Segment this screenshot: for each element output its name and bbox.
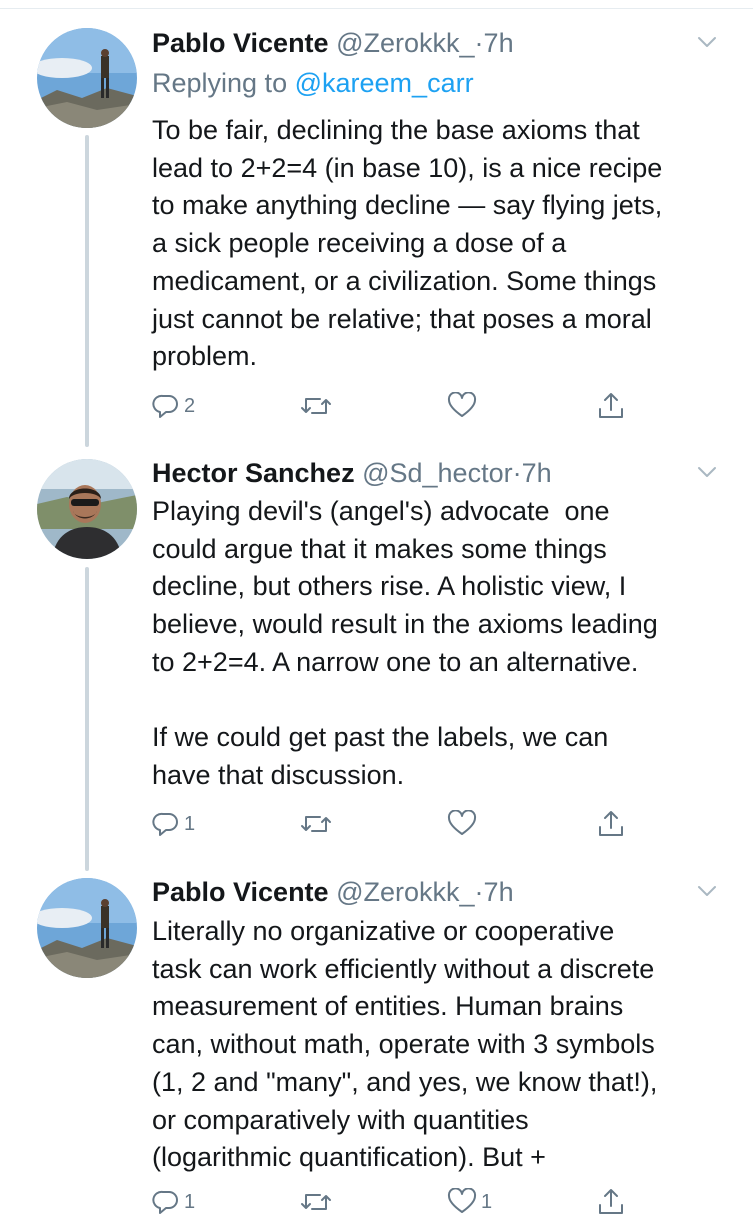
share-button[interactable] [596, 808, 626, 840]
chevron-down-icon[interactable] [696, 461, 718, 483]
reply-icon [152, 812, 178, 836]
reply-button[interactable]: 2 [152, 390, 195, 422]
reply-button[interactable]: 1 [152, 1186, 195, 1218]
tweet-2[interactable]: Hector Sanchez @Sd_hector·7h Playing dev… [0, 455, 753, 871]
tweet-text: Literally no organizative or cooperative… [152, 916, 658, 1173]
retweet-icon [301, 816, 331, 832]
reply-icon [152, 1190, 178, 1214]
separator-dot: · [474, 28, 484, 58]
replying-to: Replying to @kareem_carr [152, 65, 474, 101]
tweet-text: Playing devil's (angel's) advocate one c… [152, 496, 658, 790]
tweet-actions: 1 1 [152, 1186, 632, 1218]
avatar[interactable] [37, 459, 137, 559]
tweet-actions: 1 [152, 808, 632, 840]
retweet-icon [301, 398, 331, 414]
avatar[interactable] [37, 28, 137, 128]
share-button[interactable] [596, 1186, 626, 1218]
share-icon [599, 811, 623, 836]
avatar-photo-selfie [37, 459, 137, 559]
tweet-header: Pablo Vicente @Zerokkk_·7h [152, 874, 514, 910]
reply-mention-link[interactable]: @kareem_carr [295, 68, 474, 98]
reply-count: 1 [184, 1190, 196, 1213]
chevron-down-icon[interactable] [696, 31, 718, 53]
avatar-photo-landscape [37, 878, 137, 978]
author-name[interactable]: Hector Sanchez [152, 458, 355, 488]
author-handle[interactable]: @Sd_hector [362, 458, 513, 488]
thread-line [85, 567, 89, 871]
timestamp[interactable]: 7h [522, 458, 552, 488]
thread-line [85, 135, 89, 447]
replying-to-label: Replying to [152, 68, 288, 98]
reply-icon [152, 394, 178, 418]
author-name[interactable]: Pablo Vicente [152, 877, 329, 907]
tweet-actions: 2 [152, 390, 632, 422]
retweet-icon [301, 1194, 331, 1210]
retweet-button[interactable] [300, 808, 332, 840]
top-divider [0, 8, 753, 9]
timestamp[interactable]: 7h [484, 877, 514, 907]
heart-icon [447, 392, 477, 417]
author-handle[interactable]: @Zerokkk_ [336, 28, 474, 58]
tweet-3[interactable]: Pablo Vicente @Zerokkk_·7h Literally no … [0, 874, 753, 1214]
like-count: 1 [481, 1190, 493, 1213]
heart-icon [447, 810, 477, 835]
like-button[interactable] [447, 390, 477, 422]
retweet-button[interactable] [300, 1186, 332, 1218]
share-button[interactable] [596, 390, 626, 422]
heart-icon [447, 1188, 477, 1213]
tweet-header: Pablo Vicente @Zerokkk_·7h [152, 25, 514, 61]
like-button[interactable]: 1 [447, 1186, 492, 1218]
tweet-1[interactable]: Pablo Vicente @Zerokkk_·7h Replying to @… [0, 25, 753, 447]
share-icon [599, 393, 623, 418]
author-handle[interactable]: @Zerokkk_ [336, 877, 474, 907]
tweet-header: Hector Sanchez @Sd_hector·7h [152, 455, 552, 491]
tweet-text: To be fair, declining the base axioms th… [152, 115, 663, 372]
separator-dot: · [512, 458, 522, 488]
separator-dot: · [474, 877, 484, 907]
chevron-down-icon[interactable] [696, 880, 718, 902]
avatar-photo-landscape [37, 28, 137, 128]
timestamp[interactable]: 7h [484, 28, 514, 58]
author-name[interactable]: Pablo Vicente [152, 28, 329, 58]
avatar[interactable] [37, 878, 137, 978]
retweet-button[interactable] [300, 390, 332, 422]
reply-count: 2 [184, 394, 196, 417]
like-button[interactable] [447, 808, 477, 840]
reply-button[interactable]: 1 [152, 808, 195, 840]
reply-count: 1 [184, 812, 196, 835]
share-icon [599, 1189, 623, 1214]
